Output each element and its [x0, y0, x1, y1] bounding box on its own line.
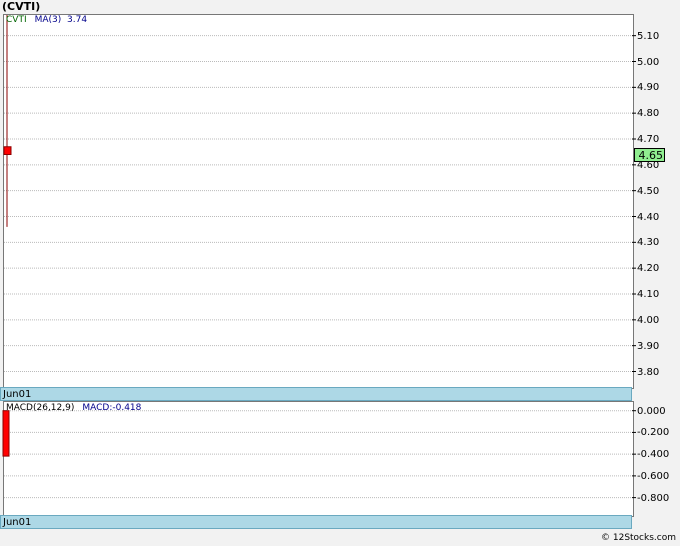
macd-tick-label: -0.600 [637, 470, 670, 482]
legend-ma-value: 3.74 [67, 15, 88, 25]
price-tick-label: 4.80 [637, 108, 660, 120]
price-tick-label: 3.80 [637, 366, 660, 378]
site-credit: © 12Stocks.com [601, 533, 676, 543]
date-label: Jun01 [3, 389, 32, 400]
date-label: Jun01 [3, 517, 32, 528]
price-axis: 5.10 5.00 4.90 4.80 4.70 4.60 4.50 4.40 4.30 4.20… [633, 14, 680, 387]
macd-tick-label: -0.400 [637, 449, 670, 461]
price-tick-label: 4.70 [637, 134, 660, 145]
date-bar-macd: Jun01 [0, 515, 632, 529]
macd-bar [2, 410, 10, 457]
legend-ma-label: MA(3) [34, 15, 62, 25]
last-price-badge: 4.65 [634, 148, 665, 162]
price-tick-label: 4.50 [637, 185, 660, 197]
price-tick-label: 4.10 [637, 289, 660, 300]
price-tick-label: 4.20 [637, 263, 660, 275]
macd-tick-label: 0.000 [637, 405, 666, 417]
candle-body [3, 146, 12, 155]
price-tick-label: 5.00 [637, 56, 660, 68]
price-tick-label: 3.90 [637, 340, 660, 352]
price-tick-label: 4.00 [637, 314, 660, 326]
price-tick-label: 5.10 [637, 30, 660, 42]
macd-legend: MACD(26,12,9) MACD:-0.418 [6, 403, 141, 413]
date-bar-price: Jun01 [0, 387, 632, 401]
price-tick-label: 4.90 [637, 82, 660, 94]
legend-symbol: CVTI [6, 15, 27, 25]
price-tick-label: 4.40 [637, 211, 660, 223]
macd-axis: 0.000 -0.200 -0.400 -0.600 -0.800 [633, 401, 680, 515]
legend-macd-label: MACD(26,12,9) [6, 403, 75, 413]
macd-tick-label: -0.800 [637, 492, 670, 504]
chart-canvas [2, 15, 636, 499]
legend-macd-value: MACD:-0.418 [82, 403, 142, 413]
price-legend: CVTI MA(3) 3.74 [6, 15, 87, 25]
price-tick-label: 4.30 [637, 237, 660, 249]
macd-tick-label: -0.200 [637, 427, 670, 439]
